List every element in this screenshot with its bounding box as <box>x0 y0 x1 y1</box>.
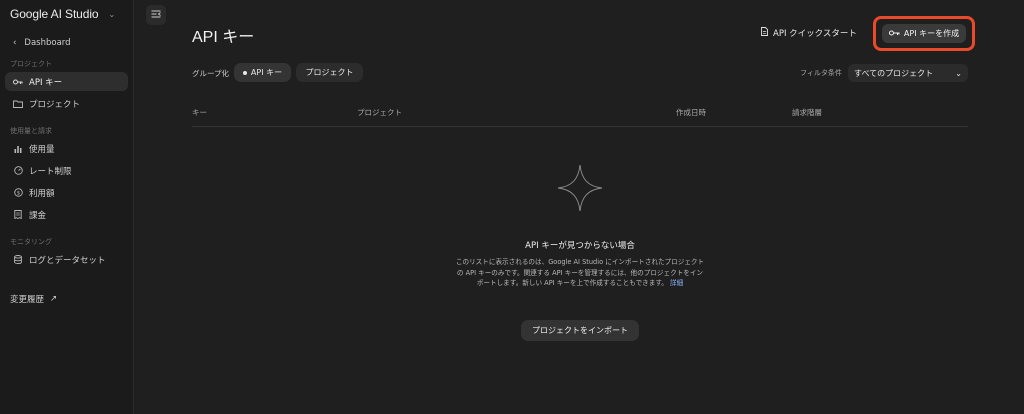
dollar-circle-icon: $ <box>13 188 23 197</box>
filter-value: すべてのプロジェクト <box>854 68 934 78</box>
group-chip-projects[interactable]: プロジェクト <box>296 63 363 82</box>
sidebar-item-label: 利用額 <box>29 188 55 199</box>
sidebar-item-usage[interactable]: 使用量 <box>5 139 128 158</box>
sidebar: Google AI Studio ⌄ ‹ Dashboard プロジェクト AP… <box>0 0 134 414</box>
column-header-billing-tier: 請求階層 <box>792 108 822 117</box>
empty-state-title: API キーが見つからない場合 <box>525 241 635 251</box>
sidebar-item-label: ログとデータセット <box>29 255 106 266</box>
learn-more-link[interactable]: 詳細 <box>670 279 683 287</box>
sidebar-item-label: 課金 <box>29 210 47 221</box>
sidebar-item-projects[interactable]: プロジェクト <box>5 94 128 113</box>
database-icon <box>13 255 23 264</box>
bar-chart-icon <box>13 145 23 153</box>
section-usage: 使用量と請求 <box>10 127 52 135</box>
create-key-highlight: API キーを作成 <box>873 16 975 51</box>
sidebar-item-label: 使用量 <box>29 144 55 155</box>
filter-label: フィルタ条件 <box>800 69 842 77</box>
sidebar-item-rate-limit[interactable]: レート制限 <box>5 161 128 180</box>
section-monitoring: モニタリング <box>10 238 52 246</box>
page-title: API キー <box>192 29 255 46</box>
sidebar-item-api-keys[interactable]: API キー <box>5 72 128 91</box>
changelog-label: 変更履歴 <box>10 295 45 305</box>
create-api-key-button[interactable]: API キーを作成 <box>882 24 966 43</box>
column-header-key: キー <box>192 108 207 117</box>
key-icon <box>888 29 900 38</box>
create-api-key-label: API キーを作成 <box>903 29 960 38</box>
sparkle-icon <box>557 164 603 212</box>
quickstart-link[interactable]: API クイックスタート <box>761 27 857 39</box>
brand-name: Google AI Studio <box>10 7 99 21</box>
dashboard-label: Dashboard <box>24 38 71 48</box>
chevron-down-icon: ⌄ <box>108 9 116 19</box>
selected-dot-icon <box>242 70 247 75</box>
chip-label: プロジェクト <box>305 68 354 77</box>
chevron-down-icon: ⌄ <box>955 68 962 78</box>
svg-text:$: $ <box>16 191 20 197</box>
empty-state-text: このリストに表示されるのは、Google AI Studio にインポートされた… <box>455 258 705 287</box>
import-projects-label: プロジェクトをインポート <box>532 326 628 335</box>
dashboard-back-link[interactable]: ‹ Dashboard <box>13 38 71 48</box>
empty-state-description: このリストに表示されるのは、Google AI Studio にインポートされた… <box>455 257 705 289</box>
column-header-project: プロジェクト <box>357 108 402 117</box>
key-icon <box>13 79 23 85</box>
sidebar-item-label: API キー <box>29 77 63 88</box>
receipt-icon <box>13 210 23 219</box>
group-chip-api-keys[interactable]: API キー <box>234 63 291 82</box>
sidebar-item-spend[interactable]: $ 利用額 <box>5 183 128 202</box>
sidebar-item-label: レート制限 <box>29 166 72 177</box>
table-divider <box>192 126 968 127</box>
sidebar-item-label: プロジェクト <box>29 99 81 110</box>
changelog-link[interactable]: 変更履歴 ↗ <box>10 293 57 305</box>
brand-switcher[interactable]: Google AI Studio ⌄ <box>10 7 115 21</box>
group-by-label: グループ化 <box>192 69 230 78</box>
gauge-icon <box>13 166 23 175</box>
project-filter-select[interactable]: すべてのプロジェクト ⌄ <box>848 64 968 82</box>
quickstart-label: API クイックスタート <box>773 29 857 39</box>
sidebar-item-logs[interactable]: ログとデータセット <box>5 250 128 269</box>
sidebar-item-billing[interactable]: 課金 <box>5 205 128 224</box>
document-icon <box>761 27 768 39</box>
section-project: プロジェクト <box>10 60 52 68</box>
external-link-icon: ↗ <box>50 294 58 304</box>
collapse-sidebar-icon <box>151 10 161 21</box>
import-projects-button[interactable]: プロジェクトをインポート <box>521 320 639 341</box>
collapse-sidebar-button[interactable] <box>146 5 166 25</box>
chip-label: API キー <box>250 68 283 77</box>
chevron-left-icon: ‹ <box>13 38 17 48</box>
column-header-created: 作成日時 <box>676 108 706 117</box>
folder-icon <box>13 100 23 108</box>
